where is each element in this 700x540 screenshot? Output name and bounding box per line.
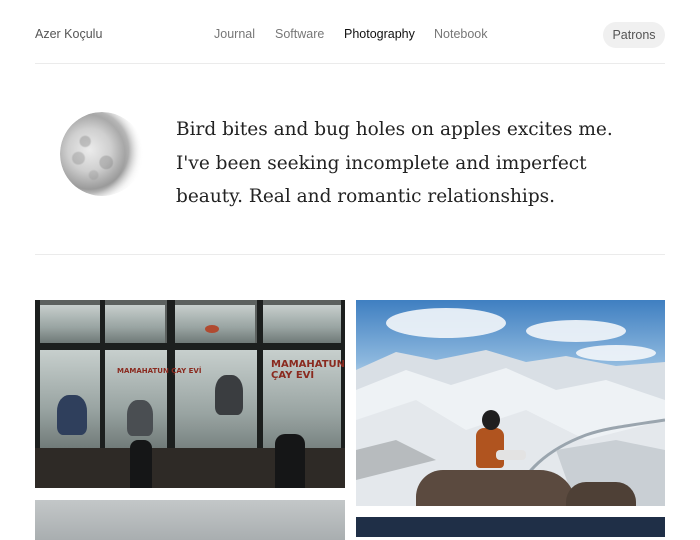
nav-photography[interactable]: Photography	[344, 27, 415, 41]
header-divider	[35, 63, 665, 64]
teahouse-sign-small: MAMAHATUN ÇAY EVİ	[117, 367, 202, 375]
site-header: Azer Koçulu Journal Software Photography…	[0, 0, 700, 64]
nav-journal[interactable]: Journal	[214, 27, 255, 41]
moon-avatar-image	[60, 112, 144, 196]
nav-notebook[interactable]: Notebook	[434, 27, 488, 41]
photo-snowy-mountains[interactable]	[356, 300, 665, 506]
bio-text: Bird bites and bug holes on apples excit…	[176, 119, 613, 207]
main-nav: Journal Software Photography Notebook	[0, 27, 700, 47]
intro-divider	[35, 254, 665, 255]
photo-partial-left[interactable]	[35, 500, 345, 540]
patrons-button[interactable]: Patrons	[603, 22, 665, 48]
photo-partial-right[interactable]	[356, 517, 665, 537]
nav-software[interactable]: Software	[275, 27, 324, 41]
photo-teahouse[interactable]: MAMAHATUN ÇAY EVİ MAMAHATUN ÇAY EVİ	[35, 300, 345, 488]
teahouse-sign-large: MAMAHATUN ÇAY EVİ	[271, 359, 345, 381]
